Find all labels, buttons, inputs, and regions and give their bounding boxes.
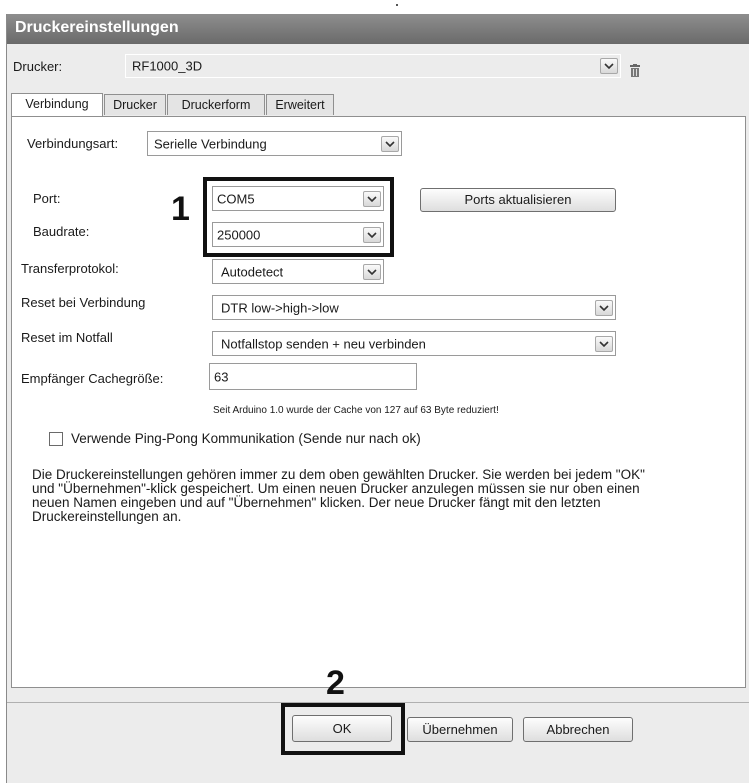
cache-size-input[interactable]: 63 bbox=[209, 363, 417, 390]
cancel-button[interactable]: Abbrechen bbox=[523, 717, 633, 742]
info-line: Die Druckereinstellungen gehören immer z… bbox=[32, 467, 645, 482]
annotation-marker-1: 1 bbox=[171, 190, 190, 228]
refresh-ports-button[interactable]: Ports aktualisieren bbox=[420, 188, 616, 212]
info-line: Druckereinstellungen an. bbox=[32, 509, 182, 524]
info-text: Die Druckereinstellungen gehören immer z… bbox=[32, 468, 732, 524]
connection-type-label: Verbindungsart: bbox=[27, 136, 119, 151]
title-bar: Druckereinstellungen bbox=[7, 14, 749, 44]
reset-connect-value: DTR low->high->low bbox=[221, 300, 339, 315]
trash-icon[interactable] bbox=[629, 64, 641, 77]
reset-connect-select[interactable]: DTR low->high->low bbox=[212, 295, 616, 320]
chevron-down-icon[interactable] bbox=[381, 135, 399, 152]
protocol-value: Autodetect bbox=[221, 264, 284, 279]
reset-connect-label: Reset bei Verbindung bbox=[21, 295, 146, 310]
tab-erweitert[interactable]: Erweitert bbox=[266, 94, 334, 115]
printer-label: Drucker: bbox=[13, 59, 63, 74]
tab-verbindung[interactable]: Verbindung bbox=[11, 93, 103, 116]
cache-size-value: 63 bbox=[214, 369, 229, 384]
window-title: Druckereinstellungen bbox=[15, 19, 179, 36]
cache-size-label: Empfänger Cachegröße: bbox=[21, 371, 164, 386]
chevron-down-icon[interactable] bbox=[600, 58, 618, 74]
chevron-down-icon[interactable] bbox=[595, 299, 613, 316]
protocol-label: Transferprotokol: bbox=[21, 261, 119, 276]
apply-button[interactable]: Übernehmen bbox=[407, 717, 513, 742]
printer-settings-window: Druckereinstellungen Drucker: RF1000_3D … bbox=[6, 14, 749, 783]
tab-druckerform[interactable]: Druckerform bbox=[167, 94, 265, 115]
cache-note: Seit Arduino 1.0 wurde der Cache von 127… bbox=[213, 405, 499, 416]
annotation-marker-2: 2 bbox=[326, 664, 345, 702]
chevron-down-icon[interactable] bbox=[595, 335, 613, 352]
port-label: Port: bbox=[33, 191, 61, 206]
reset-emergency-value: Notfallstop senden + neu verbinden bbox=[221, 336, 426, 351]
reset-emergency-label: Reset im Notfall bbox=[21, 330, 113, 345]
printer-value: RF1000_3D bbox=[132, 58, 203, 74]
ok-button[interactable]: OK bbox=[292, 715, 392, 742]
info-line: neuen Namen eingeben und auf "Übernehmen… bbox=[32, 495, 601, 510]
info-line: und "Übernehmen"-klick gespeichert. Um e… bbox=[32, 481, 640, 496]
connection-type-select[interactable]: Serielle Verbindung bbox=[147, 131, 402, 156]
protocol-select[interactable]: Autodetect bbox=[212, 259, 384, 284]
tab-drucker[interactable]: Drucker bbox=[104, 94, 166, 115]
reset-emergency-select[interactable]: Notfallstop senden + neu verbinden bbox=[212, 331, 616, 356]
pingpong-label: Verwende Ping-Pong Kommunikation (Sende … bbox=[71, 431, 421, 446]
chevron-down-icon[interactable] bbox=[363, 263, 381, 280]
connection-type-value: Serielle Verbindung bbox=[154, 136, 267, 151]
highlight-box-1 bbox=[203, 177, 394, 257]
printer-select[interactable]: RF1000_3D bbox=[125, 54, 621, 78]
pingpong-checkbox[interactable] bbox=[49, 432, 63, 446]
baudrate-label: Baudrate: bbox=[33, 224, 90, 239]
stray-mark bbox=[396, 4, 398, 6]
